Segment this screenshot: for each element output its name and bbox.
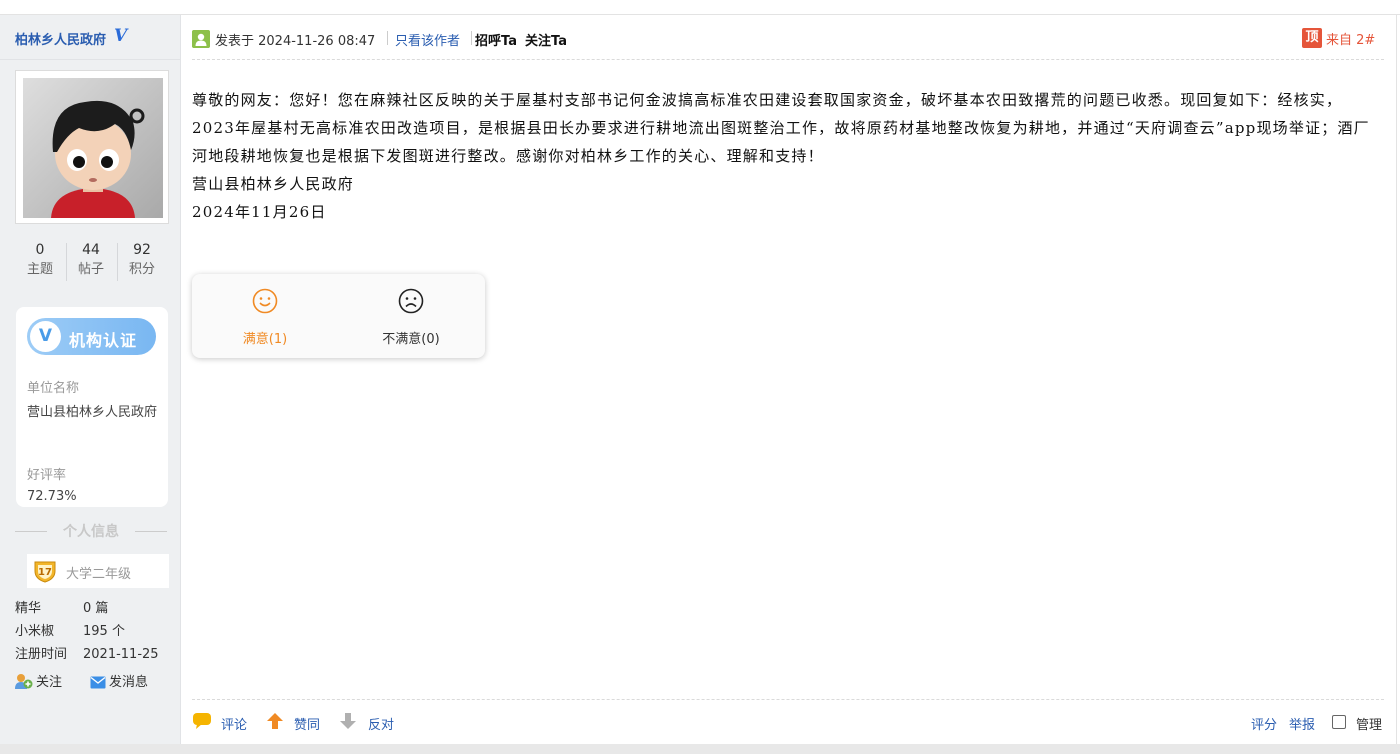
- unsatisfied-label: 不满意(0): [382, 332, 440, 347]
- manage-label: 管理: [1356, 718, 1383, 733]
- post-header: 发表于 2024-11-26 08:47 只看该作者 招呼Ta 关注Ta 顶 来…: [192, 15, 1384, 60]
- smile-face-icon: [252, 288, 278, 314]
- post-signature: 营山县柏林乡人民政府: [192, 175, 355, 193]
- avatar-frame[interactable]: [15, 70, 169, 224]
- stat-points[interactable]: 92 积分: [117, 241, 167, 281]
- meta-row-pepper: 小米椒 195 个: [15, 620, 175, 643]
- v-circle-icon: V: [30, 321, 61, 352]
- level-number: 17: [38, 567, 52, 578]
- unit-name-value: 营山县柏林乡人民政府: [27, 405, 158, 420]
- satisfaction-vote-card: 满意(1) 不满意(0): [192, 274, 485, 358]
- greet-button[interactable]: 招呼Ta: [475, 30, 517, 49]
- follow-ta-button[interactable]: 关注Ta: [525, 30, 567, 49]
- add-friend-icon: [15, 674, 33, 689]
- header-divider: [471, 31, 472, 45]
- post-body: 尊敬的网友：您好！您在麻辣社区反映的关于屋基村支部书记何金波搞高标准农田建设套取…: [192, 86, 1382, 226]
- user-stats: 0 主题 44 帖子 92 积分: [15, 241, 167, 283]
- like-button[interactable]: 赞同: [294, 714, 320, 733]
- stat-posts-label: 帖子: [77, 262, 104, 277]
- post-paragraph: 尊敬的网友：您好！您在麻辣社区反映的关于屋基村支部书记何金波搞高标准农田建设套取…: [192, 91, 1370, 165]
- user-level[interactable]: 17 大学二年级: [27, 554, 169, 588]
- rating-value: 72.73%: [27, 489, 77, 504]
- arrow-up-icon[interactable]: [266, 712, 284, 730]
- comment-icon[interactable]: [192, 712, 212, 730]
- post-date: 2024年11月26日: [192, 203, 327, 221]
- stat-topics[interactable]: 0 主题: [15, 241, 65, 281]
- header-divider: [387, 31, 388, 45]
- meta-row-essence: 精华 0 篇: [15, 597, 175, 620]
- org-verified-badge: V 机构认证: [27, 318, 156, 355]
- verified-v-icon: V: [114, 26, 128, 46]
- follow-user-button[interactable]: 关注: [15, 671, 62, 690]
- title-line-right: [135, 531, 167, 532]
- sidebar-actions: 关注 发消息: [15, 671, 175, 693]
- report-button[interactable]: 举报: [1289, 714, 1315, 733]
- meta-key: 注册时间: [15, 647, 68, 662]
- posted-time: 发表于 2024-11-26 08:47: [215, 34, 376, 49]
- user-meta: 精华 0 篇 小米椒 195 个 注册时间 2021-11-25: [15, 597, 175, 666]
- meta-value: 2021-11-25: [83, 647, 159, 662]
- oppose-button[interactable]: 反对: [368, 714, 394, 733]
- org-badge-text: 机构认证: [69, 331, 138, 350]
- top-badge-icon[interactable]: 顶: [1302, 28, 1322, 48]
- send-message-label: 发消息: [109, 675, 149, 690]
- stat-points-num: 92: [133, 242, 151, 258]
- send-message-button[interactable]: 发消息: [90, 671, 148, 690]
- comment-button[interactable]: 评论: [221, 714, 247, 733]
- author-sidebar: 柏林乡人民政府 V 0 主题 44 帖子 92 积分 V 机构认证 单位名称 营…: [0, 15, 181, 744]
- avatar[interactable]: [23, 78, 163, 218]
- post-footer: 评论 赞同 反对 评分 举报 管理: [192, 699, 1384, 745]
- satisfied-button[interactable]: 满意(1): [219, 288, 311, 347]
- stat-topics-label: 主题: [26, 262, 53, 277]
- stat-topics-num: 0: [35, 242, 45, 258]
- org-badge-mark: V: [38, 326, 53, 346]
- only-author-link[interactable]: 只看该作者: [395, 30, 460, 49]
- satisfied-label: 满意(1): [242, 332, 288, 347]
- floor-number-link[interactable]: 来自 2#: [1326, 29, 1375, 48]
- right-border: [1396, 14, 1397, 754]
- manage-checkbox[interactable]: [1332, 715, 1346, 729]
- envelope-icon: [90, 676, 106, 689]
- stat-points-label: 积分: [128, 262, 155, 277]
- unit-name-label: 单位名称: [27, 381, 80, 396]
- post-status-icon: [192, 30, 210, 48]
- stat-posts-num: 44: [82, 242, 100, 258]
- author-header: 柏林乡人民政府 V: [0, 15, 180, 60]
- author-name-link[interactable]: 柏林乡人民政府: [15, 29, 106, 48]
- org-verification-card: V 机构认证 单位名称 营山县柏林乡人民政府 好评率 72.73%: [16, 307, 168, 507]
- rate-button[interactable]: 评分: [1251, 714, 1277, 733]
- level-title: 大学二年级: [66, 567, 132, 582]
- rating-label: 好评率: [27, 468, 67, 483]
- personal-info-title: 个人信息: [15, 521, 167, 541]
- meta-row-registered: 注册时间 2021-11-25: [15, 643, 175, 666]
- follow-user-label: 关注: [36, 675, 63, 690]
- level-shield-icon: 17: [34, 561, 56, 583]
- bottom-band: [0, 744, 1400, 754]
- meta-key: 精华: [15, 601, 42, 616]
- stat-posts[interactable]: 44 帖子: [66, 241, 116, 281]
- meta-value: 0 篇: [83, 601, 109, 616]
- meta-value: 195 个: [83, 624, 125, 639]
- post-main: 发表于 2024-11-26 08:47 只看该作者 招呼Ta 关注Ta 顶 来…: [192, 15, 1384, 744]
- meta-key: 小米椒: [15, 624, 55, 639]
- unsatisfied-button[interactable]: 不满意(0): [360, 288, 462, 347]
- sad-face-icon: [398, 288, 424, 314]
- arrow-down-icon[interactable]: [339, 712, 357, 730]
